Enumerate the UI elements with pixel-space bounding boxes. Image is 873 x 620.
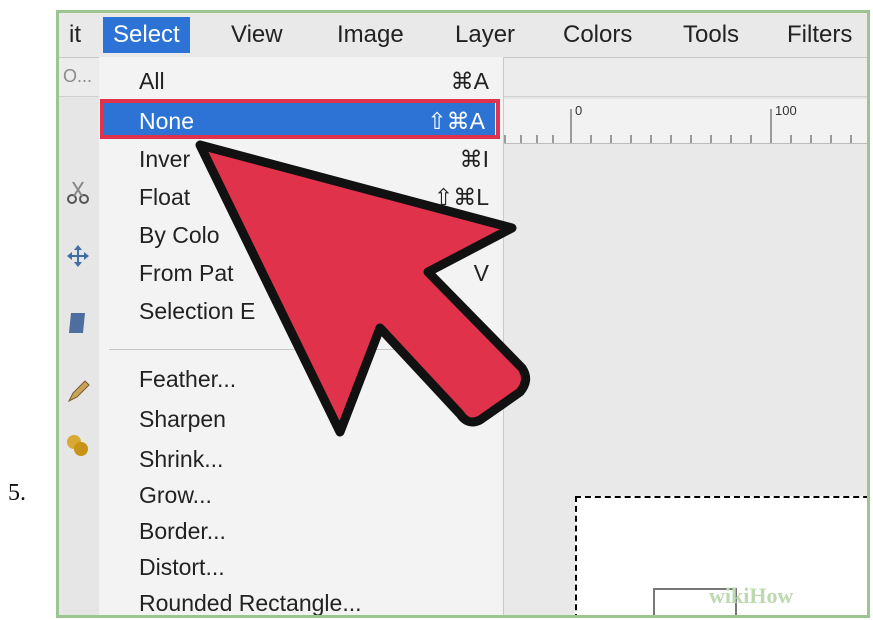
menu-item-label: From Pat	[139, 260, 234, 286]
horizontal-ruler: 0 100	[499, 99, 867, 144]
menu-item-label: Sharpen	[139, 406, 226, 432]
select-dropdown-menu: All ⌘A None ⇧⌘A Inver ⌘I Float ⇧⌘L By Co…	[99, 57, 504, 616]
menu-layer[interactable]: Layer	[445, 17, 525, 53]
menu-item-distort[interactable]: Distort...	[139, 549, 499, 585]
menu-item-sharpen[interactable]: Sharpen	[139, 401, 499, 437]
menu-separator	[109, 349, 489, 350]
pencil-icon[interactable]	[65, 379, 91, 405]
scissors-icon[interactable]	[65, 179, 91, 205]
menu-select[interactable]: Select	[103, 17, 190, 53]
menu-item-float[interactable]: Float ⇧⌘L	[139, 179, 499, 215]
menu-item-rounded-rectangle[interactable]: Rounded Rectangle...	[139, 585, 499, 616]
menu-item-shrink[interactable]: Shrink...	[139, 441, 499, 477]
menu-item-by-color[interactable]: By Colo	[139, 217, 499, 253]
ruler-label-0: 0	[575, 103, 583, 118]
menu-bar: it Select View Image Layer Colors Tools …	[59, 13, 867, 58]
menu-item-label: Distort...	[139, 554, 225, 580]
menu-item-all[interactable]: All ⌘A	[139, 63, 499, 99]
menu-item-label: All	[139, 68, 165, 94]
watermark: wikiHow	[709, 583, 794, 608]
menu-item-feather[interactable]: Feather...	[139, 361, 499, 397]
menu-item-label: Inver	[139, 146, 191, 172]
menu-item-shortcut: ⌘I	[459, 146, 489, 172]
menu-item-selection-editor[interactable]: Selection E	[139, 293, 499, 329]
callout-highlight-box	[100, 99, 500, 139]
move-icon[interactable]	[65, 243, 91, 269]
menu-item-border[interactable]: Border...	[139, 513, 499, 549]
menu-item-grow[interactable]: Grow...	[139, 477, 499, 513]
toolbox	[59, 143, 99, 615]
menu-item-from-path[interactable]: From Pat V	[139, 255, 499, 291]
menu-item-label: Feather...	[139, 366, 237, 392]
menu-image[interactable]: Image	[327, 17, 414, 53]
tool-options-label: O...	[63, 66, 93, 86]
menu-item-invert[interactable]: Inver ⌘I	[139, 141, 499, 177]
menu-item-label: Border...	[139, 518, 226, 544]
canvas-area[interactable]	[499, 144, 867, 615]
menu-item-label: Float	[139, 184, 191, 210]
menu-item-shortcut: V	[473, 260, 489, 286]
menu-item-shortcut: ⌘A	[450, 68, 489, 94]
menu-tools[interactable]: Tools	[673, 17, 749, 53]
step-number: 5.	[8, 480, 26, 506]
ruler-ticks	[504, 109, 852, 143]
menu-item-label: Selection E	[139, 298, 256, 324]
menu-item-shortcut: ⇧⌘L	[433, 184, 489, 210]
menu-filters[interactable]: Filters	[777, 17, 862, 53]
menu-item-label: Shrink...	[139, 446, 224, 472]
menu-view[interactable]: View	[221, 17, 293, 53]
app-screenshot: it Select View Image Layer Colors Tools …	[56, 10, 870, 618]
menu-item-label: Rounded Rectangle...	[139, 590, 362, 616]
clone-icon[interactable]	[65, 433, 91, 459]
menu-colors[interactable]: Colors	[553, 17, 642, 53]
ruler-label-100: 100	[775, 103, 797, 118]
menu-edit[interactable]: it	[59, 17, 91, 53]
bucket-icon[interactable]	[65, 309, 91, 335]
menu-item-label: By Colo	[139, 222, 220, 248]
menu-item-label: Grow...	[139, 482, 212, 508]
